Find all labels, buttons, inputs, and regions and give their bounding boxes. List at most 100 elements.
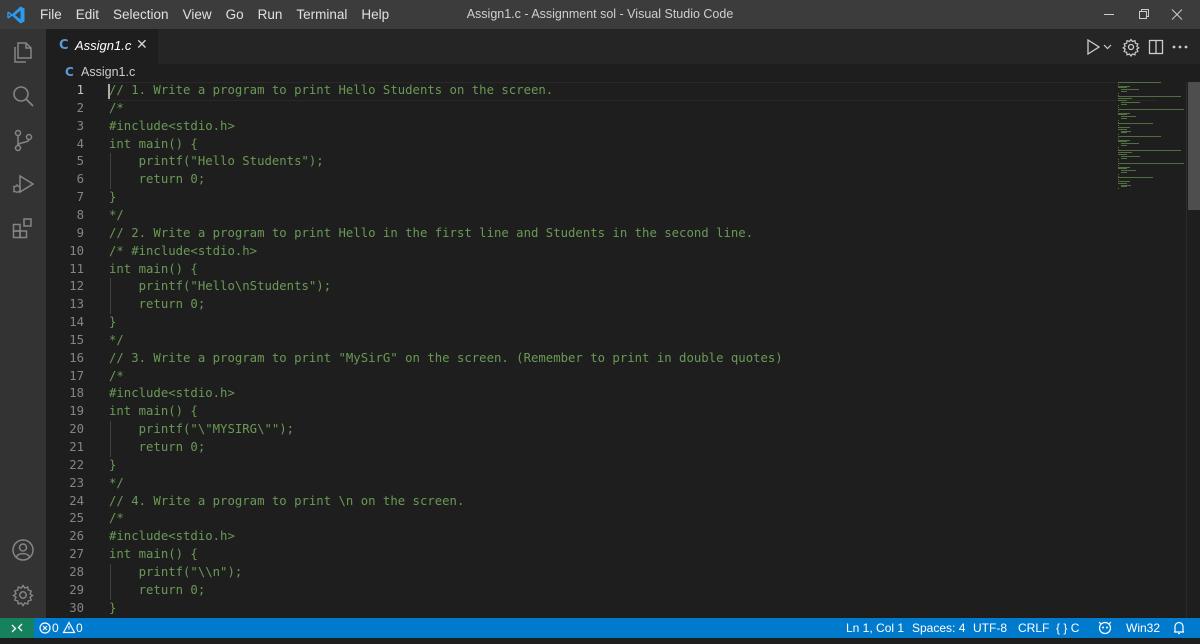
vertical-scrollbar[interactable] [1186,82,1200,618]
extensions-icon [12,218,32,239]
source-control-button[interactable] [0,117,46,163]
indentation[interactable]: Spaces: 4 [912,618,965,638]
tab-label: Assign1.c [75,38,132,53]
cursor-position[interactable]: Ln 1, Col 1 [846,618,904,638]
language-label: C [1070,621,1080,635]
end-of-line[interactable]: CRLF [1018,618,1049,638]
explorer-button[interactable] [0,29,46,75]
minimap[interactable] [1118,82,1188,202]
menu-view[interactable]: View [176,0,219,29]
run-file-button[interactable] [1085,37,1117,57]
copilot-icon [1098,621,1112,635]
line-number: 8 [76,207,84,222]
code-line: return 0; [109,440,206,454]
tab-bar: C Assign1.c ✕ [46,29,1200,64]
notifications-button[interactable] [1172,618,1186,644]
more-actions-button[interactable] [1170,37,1190,57]
menu-edit[interactable]: Edit [69,0,106,29]
line-number: 22 [69,457,84,472]
split-editor-icon [1148,39,1164,55]
explorer-icon [14,42,32,63]
code-line: /* [109,100,124,115]
encoding[interactable]: UTF-8 [973,618,1007,638]
menu-selection[interactable]: Selection [106,0,176,29]
code-line: // 1. Write a program to print Hello Stu… [109,83,554,97]
breadcrumb-file[interactable]: Assign1.c [81,65,135,79]
manage-gear-icon [12,584,34,607]
code-line: } [109,190,117,205]
run-debug-icon [12,174,35,194]
accounts-icon [12,539,34,561]
settings-gear-icon [1122,38,1140,57]
line-number: 10 [69,243,84,258]
menu-bar: File Edit Selection View Go Run Terminal… [33,0,396,29]
menu-help[interactable]: Help [354,0,396,29]
run-play-icon [1087,38,1112,56]
code-line: #include<stdio.h> [109,118,235,133]
split-editor-button[interactable] [1146,37,1166,57]
line-number: 3 [76,118,84,133]
line-number: 1 [76,83,84,97]
menu-terminal[interactable]: Terminal [289,0,354,29]
error-count: 0 [52,621,59,635]
minimap-line [1121,145,1128,146]
tab-close-icon[interactable]: ✕ [136,36,148,53]
remote-icon [11,623,23,633]
minimap-line [1118,177,1153,179]
menu-file[interactable]: File [33,0,69,29]
code-line: */ [109,207,124,222]
manage-button[interactable] [0,572,46,618]
line-number: 16 [69,350,84,365]
platform[interactable]: Win32 [1126,618,1160,638]
line-number: 5 [76,154,84,169]
minimap-line [1118,82,1162,83]
c-file-icon: C [59,38,69,53]
line-number: 20 [69,422,84,437]
line-number: 7 [76,190,84,205]
minimap-line [1118,163,1184,164]
remote-indicator[interactable] [0,618,34,638]
line-number: 12 [69,279,84,294]
line-number: 28 [69,564,84,579]
activity-bar [0,29,46,618]
extensions-button[interactable] [0,205,46,251]
code-line: return 0; [109,582,206,597]
minimap-line [1121,132,1128,134]
vscode-logo-icon [7,6,25,24]
code-line: } [109,457,117,472]
status-bar: 0 0 Ln 1, Col 1 Spaces: 4 UTF-8 CRLF { }… [0,618,1200,638]
search-button[interactable] [0,73,46,119]
code-line: /* [109,368,124,383]
code-line: return 0; [109,172,206,187]
menu-run[interactable]: Run [251,0,290,29]
text-cursor [108,84,110,99]
code-line: int main() { [109,547,198,562]
line-number: 6 [76,172,84,187]
bell-icon [1174,621,1184,635]
breadcrumb: C Assign1.c [46,64,1186,82]
line-number: 14 [69,315,84,330]
minimap-line [1121,103,1128,105]
close-window-button[interactable] [1154,0,1200,29]
code-line: */ [109,475,124,490]
scrollbar-thumb[interactable] [1188,82,1200,210]
copilot-indicator[interactable] [1097,618,1113,644]
language-mode[interactable]: { } C [1056,618,1079,638]
code-line: // 2. Write a program to print Hello in … [109,225,754,240]
accounts-button[interactable] [0,527,46,573]
problems-indicator[interactable]: 0 0 [38,618,83,638]
minimap-line [1121,91,1128,92]
tab-assign1-c[interactable]: C Assign1.c ✕ [46,29,158,64]
code-line: printf("\"MYSIRG\""); [109,422,295,437]
menu-go[interactable]: Go [219,0,251,29]
code-line: return 0; [109,297,206,312]
run-debug-button[interactable] [0,161,46,207]
code-line: printf("Hello Students"); [109,154,324,169]
minimap-line [1121,157,1128,159]
code-line: #include<stdio.h> [109,529,235,544]
line-number: 2 [76,100,84,115]
line-number: 29 [69,582,84,597]
code-editor[interactable]: 1 2 3 4 5 6 7 8 9 10 11 12 13 14 15 16 17 18 19 20 21 22 23 24 2… [46,82,1186,618]
code-line: printf("Hello\nStudents"); [109,279,332,294]
settings-button[interactable] [1121,37,1141,57]
